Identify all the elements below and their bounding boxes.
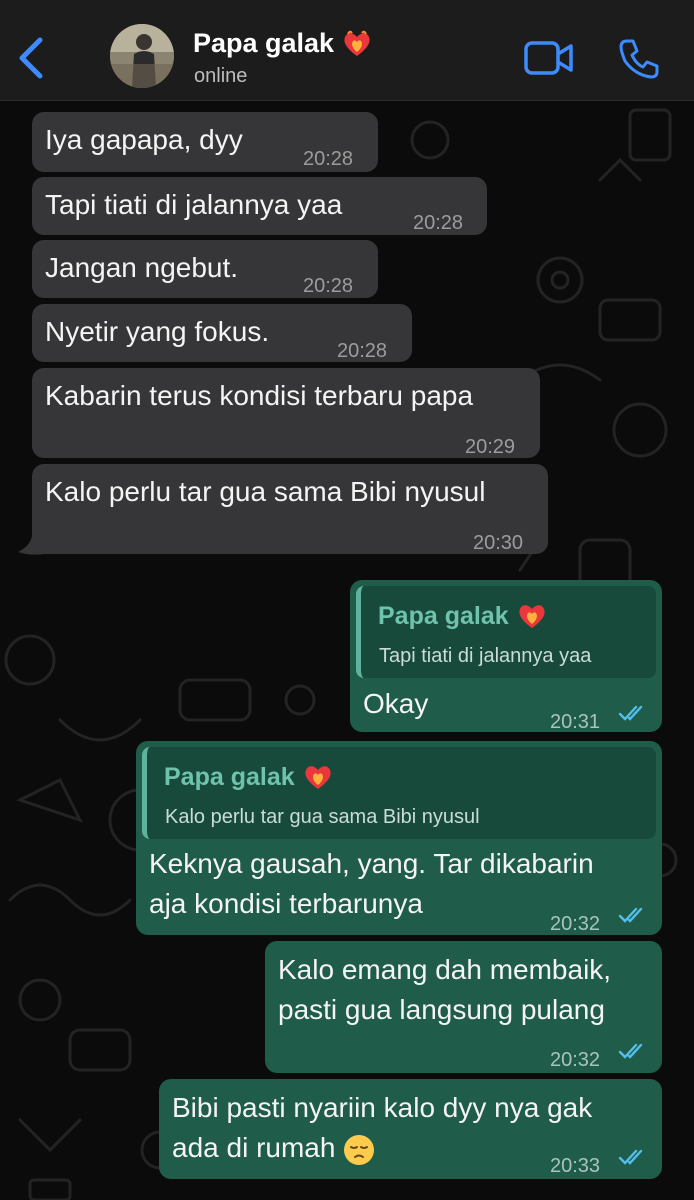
message-outgoing[interactable]: Kalo emang dah membaik, pasti gua langsu… [265,941,662,1073]
heart-on-fire-icon [305,766,331,789]
bubble-tail-incoming [18,536,44,555]
message-time: 20:28 [413,212,464,234]
read-receipt-icon [618,1149,643,1165]
read-receipt-icon [618,705,643,721]
voice-call-button[interactable] [617,37,661,81]
message-time: 20:29 [465,436,516,458]
quoted-sender-text: Papa galak [164,763,295,791]
message-incoming[interactable]: Kabarin terus kondisi terbaru papa 20:29 [32,368,540,458]
message-text-line: Kalo emang dah membaik, [278,954,612,985]
pensive-face-icon [344,1134,375,1165]
message-text: Iya gapapa, dyy [45,124,243,155]
message-text: Nyetir yang fokus. [45,316,270,347]
read-receipt-icon [618,1043,643,1059]
message-incoming[interactable]: Tapi tiati di jalannya yaa 20:28 [32,177,487,235]
message-text-line: aja kondisi terbarunya [149,888,423,919]
video-call-button[interactable] [523,40,575,76]
message-incoming[interactable]: Jangan ngebut. 20:28 [32,240,378,298]
message-time: 20:30 [473,532,524,554]
quoted-sender-text: Papa galak [378,602,509,630]
message-text-line: Bibi pasti nyariin kalo dyy nya gak [172,1092,593,1123]
chat-header: Papa galak online [0,0,694,101]
message-text: Kalo perlu tar gua sama Bibi nyusul [45,476,486,507]
message-text: Kabarin terus kondisi terbaru papa [45,380,474,411]
contact-name-text: Papa galak [193,28,335,58]
message-time: 20:28 [303,148,354,170]
message-text-line-2: ada di rumah [172,1128,375,1168]
message-text-line: pasti gua langsung pulang [278,994,605,1025]
message-time: 20:28 [303,275,354,297]
message-outgoing[interactable]: Bibi pasti nyariin kalo dyy nya gak ada … [159,1079,662,1179]
quoted-sender: Papa galak [378,596,547,636]
contact-status: online [194,65,248,87]
message-text-line: Keknya gausah, yang. Tar dikabarin [149,848,594,879]
quoted-sender: Papa galak [164,757,333,797]
quoted-text: Tapi tiati di jalannya yaa [379,645,592,667]
heart-on-fire-icon [519,605,545,628]
phone-icon [619,39,659,79]
message-text-line: ada di rumah [172,1132,336,1163]
read-receipt-icon [618,907,643,923]
message-outgoing[interactable]: Papa galak Tapi tiati di jalannya yaa Ok… [350,580,662,733]
profile-photo [110,24,174,88]
quoted-message[interactable]: Papa galak Kalo perlu tar gua sama Bibi … [142,747,656,839]
message-text: Jangan ngebut. [45,252,239,283]
avatar[interactable] [110,24,174,88]
message-incoming[interactable]: Kalo perlu tar gua sama Bibi nyusul 20:3… [32,464,548,554]
message-incoming[interactable]: Iya gapapa, dyy 20:28 [32,112,378,172]
video-camera-icon [524,41,573,75]
chevron-left-icon [19,37,43,79]
message-time: 20:32 [550,1049,601,1071]
message-outgoing[interactable]: Papa galak Kalo perlu tar gua sama Bibi … [136,741,662,935]
message-time: 20:28 [337,340,388,362]
contact-name[interactable]: Papa galak [193,28,372,59]
message-time: 20:33 [550,1155,601,1177]
quoted-text: Kalo perlu tar gua sama Bibi nyusul [165,806,480,828]
back-button[interactable] [12,34,48,82]
quoted-message[interactable]: Papa galak Tapi tiati di jalannya yaa [356,586,656,678]
message-time: 20:32 [550,913,601,935]
message-text: Okay [363,688,429,719]
message-text: Tapi tiati di jalannya yaa [45,189,343,220]
heart-on-fire-icon [344,30,370,56]
message-incoming[interactable]: Nyetir yang fokus. 20:28 [32,304,412,362]
message-time: 20:31 [550,711,601,733]
